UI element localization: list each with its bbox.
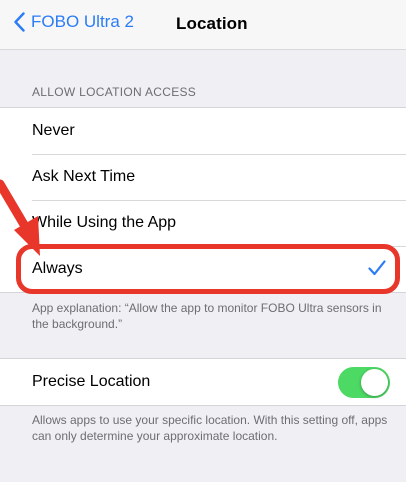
option-always[interactable]: Always	[0, 246, 406, 292]
precise-location-toggle[interactable]	[338, 367, 390, 398]
page-title: Location	[176, 14, 248, 33]
precise-location-row: Precise Location	[0, 359, 406, 405]
option-label: Always	[32, 260, 83, 277]
section-header-location-access: ALLOW LOCATION ACCESS	[32, 85, 197, 99]
precise-location-group: Precise Location	[0, 358, 406, 406]
precise-location-description: Allows apps to use your specific locatio…	[32, 413, 388, 443]
navigation-bar: FOBO Ultra 2 Location	[0, 0, 406, 50]
checkmark-icon	[368, 260, 386, 276]
chevron-left-icon	[14, 12, 25, 32]
option-label: While Using the App	[32, 214, 177, 231]
option-ask-next-time[interactable]: Ask Next Time	[0, 154, 406, 200]
back-button[interactable]: FOBO Ultra 2	[14, 12, 134, 32]
back-button-label: FOBO Ultra 2	[31, 12, 134, 31]
precise-location-label: Precise Location	[32, 373, 151, 390]
toggle-knob	[361, 369, 388, 396]
app-explanation-text: App explanation: “Allow the app to monit…	[32, 301, 382, 331]
option-while-using-app[interactable]: While Using the App	[0, 200, 406, 246]
option-label: Never	[32, 122, 75, 139]
option-never[interactable]: Never	[0, 108, 406, 154]
location-access-options: Never Ask Next Time While Using the App …	[0, 107, 406, 293]
option-label: Ask Next Time	[32, 168, 136, 185]
